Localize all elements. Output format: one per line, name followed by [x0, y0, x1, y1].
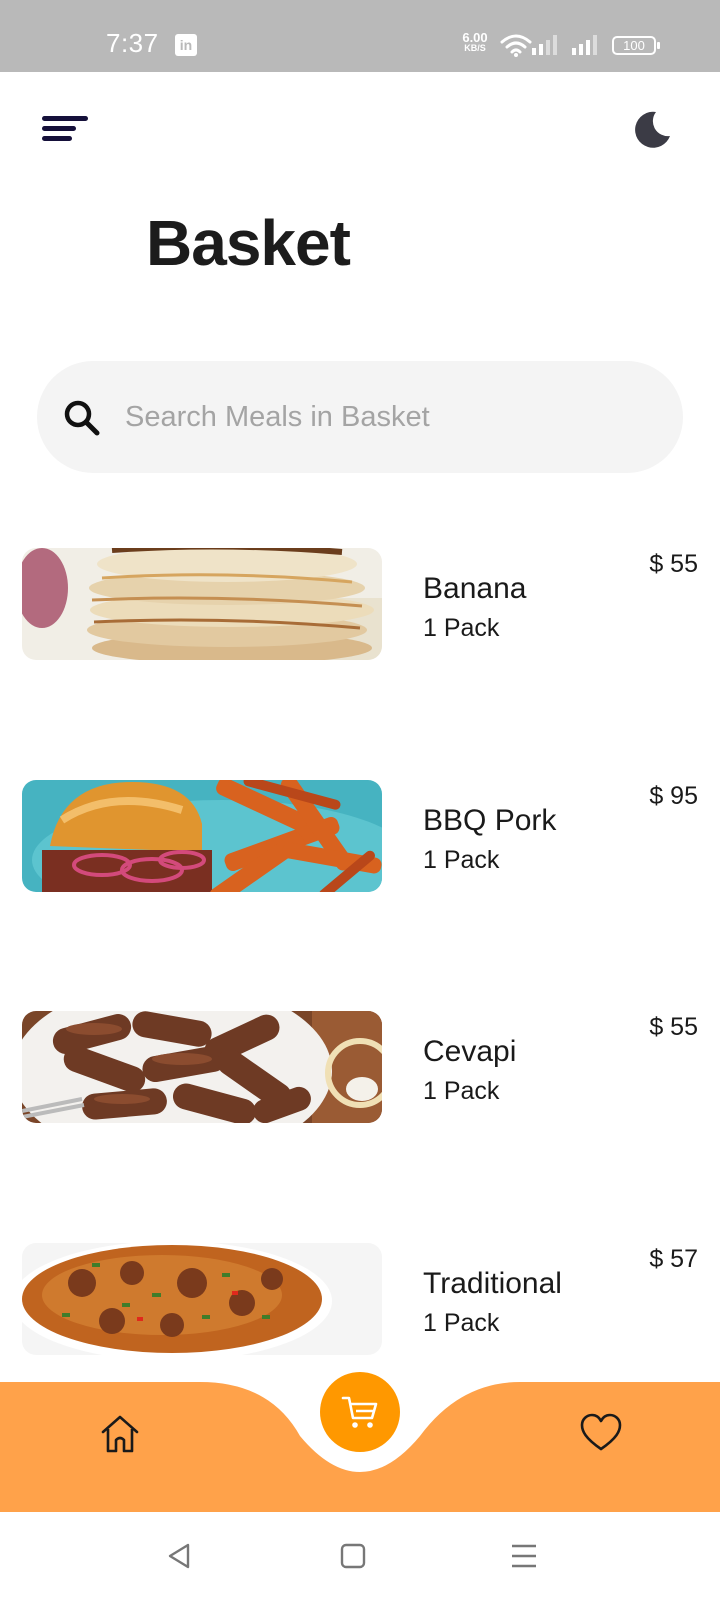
item-quantity: 1 Pack: [423, 1077, 500, 1105]
item-price: $ 95: [649, 782, 698, 810]
network-speed: 6.00 KB/S: [457, 30, 493, 54]
search-icon: [64, 400, 100, 436]
bottom-navigation: [0, 1340, 720, 1512]
recents-icon[interactable]: [510, 1542, 538, 1570]
status-time: 7:37: [106, 28, 159, 58]
item-price: $ 55: [649, 1013, 698, 1041]
battery-icon: 100: [612, 36, 660, 55]
status-bar: 7:37 in 6.00 KB/S 100: [0, 0, 720, 72]
item-quantity: 1 Pack: [423, 614, 500, 642]
wifi-icon: [500, 34, 532, 57]
search-input[interactable]: [125, 387, 645, 447]
item-name: BBQ Pork: [423, 804, 557, 837]
page-title: Basket: [146, 207, 351, 279]
home-square-icon[interactable]: [340, 1542, 366, 1570]
item-image-stew: [22, 1243, 382, 1355]
item-name: Traditional: [423, 1267, 562, 1300]
cart-icon: [341, 1396, 378, 1428]
item-image-pork-sandwich: [22, 780, 382, 892]
item-name: Cevapi: [423, 1035, 517, 1068]
basket-item[interactable]: Cevapi 1 Pack $ 55: [0, 1011, 720, 1141]
signal-icon-sim2: [572, 35, 597, 55]
linkedin-notification-icon: in: [175, 34, 197, 56]
item-image-cevapi: [22, 1011, 382, 1123]
basket-item[interactable]: Banana 1 Pack $ 55: [0, 548, 720, 678]
system-navigation-bar: [0, 1512, 720, 1600]
cart-button[interactable]: [320, 1372, 400, 1452]
item-image-pancakes: [22, 548, 382, 660]
item-quantity: 1 Pack: [423, 1309, 500, 1337]
home-icon[interactable]: [98, 1412, 142, 1456]
item-quantity: 1 Pack: [423, 846, 500, 874]
search-bar[interactable]: [37, 361, 683, 473]
back-icon[interactable]: [166, 1542, 192, 1570]
item-name: Banana: [423, 572, 527, 605]
item-price: $ 57: [649, 1245, 698, 1273]
heart-icon[interactable]: [580, 1412, 622, 1454]
moon-icon[interactable]: [632, 110, 672, 150]
item-price: $ 55: [649, 550, 698, 578]
network-speed-value: 6.00: [462, 30, 488, 45]
hamburger-menu-icon[interactable]: [42, 116, 88, 141]
signal-icon-sim1: [532, 35, 557, 55]
basket-item[interactable]: BBQ Pork 1 Pack $ 95: [0, 780, 720, 910]
